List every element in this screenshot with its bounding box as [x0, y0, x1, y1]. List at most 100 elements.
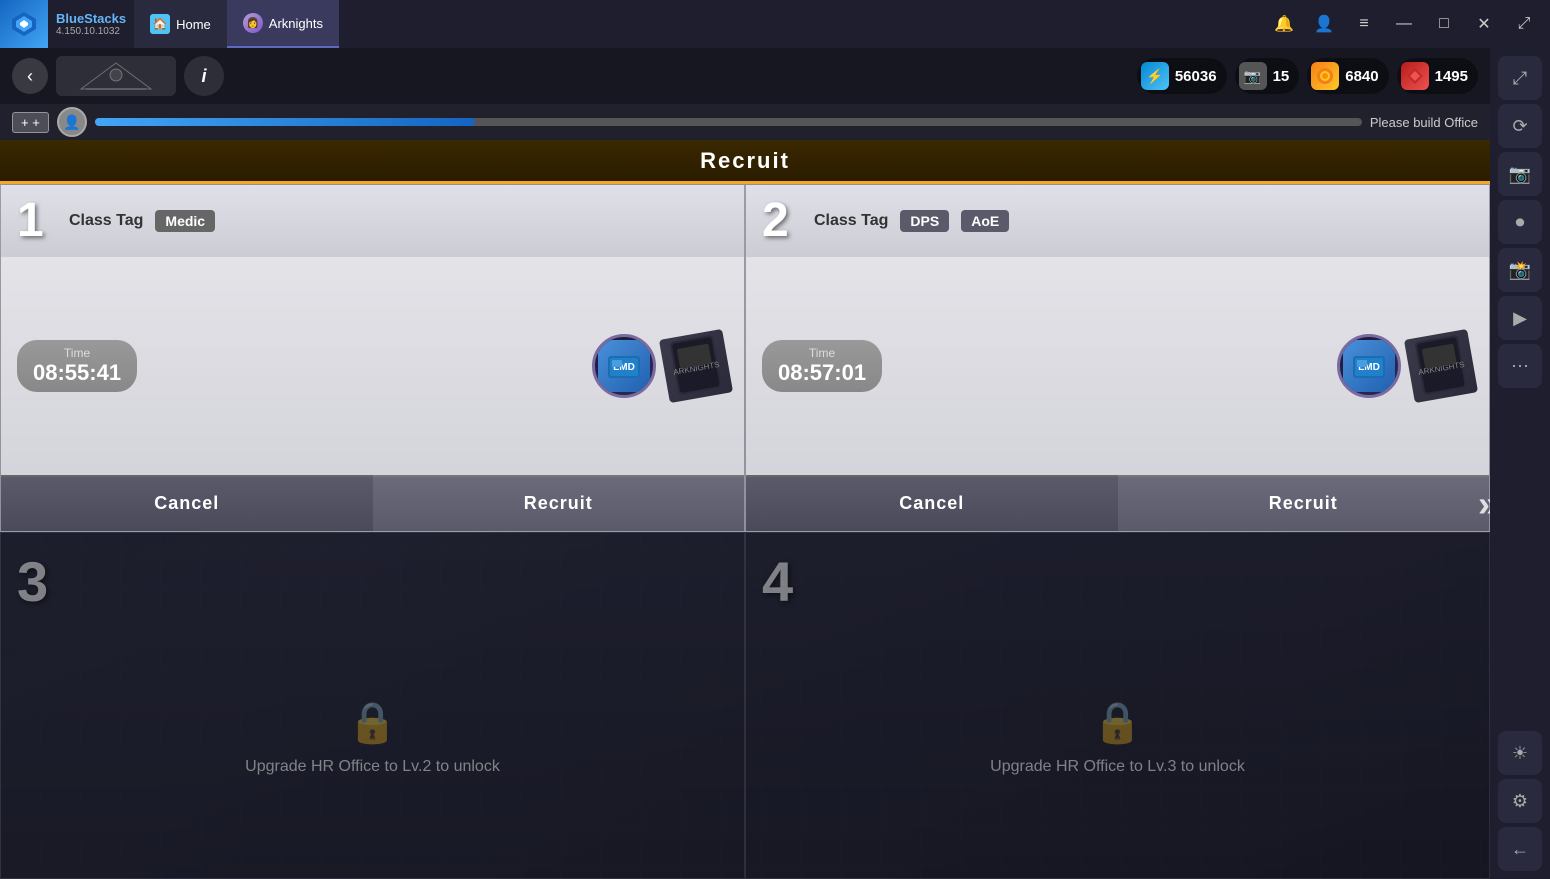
photo-value: 15	[1273, 68, 1290, 85]
originite-value: 1495	[1435, 68, 1468, 85]
window-chrome: BlueStacks 4.150.10.1032 🏠 Home 👩 Arknig…	[0, 0, 1550, 48]
slot-1-reward-2: ARKNIGHTS	[659, 329, 733, 403]
sanity-currency[interactable]: ⚡ 56036	[1137, 58, 1227, 94]
slot-4-unlock-text: Upgrade HR Office to Lv.3 to unlock	[990, 758, 1245, 776]
slot-1-reward-1: LMD	[592, 334, 656, 398]
tab-home-label: Home	[176, 17, 211, 32]
sidebar-brightness-btn[interactable]: ☀	[1498, 731, 1542, 775]
recruit-slot-3: 3 🔒 Upgrade HR Office to Lv.2 to unlock	[0, 532, 745, 879]
slot-2-header: 2 Class Tag DPS AoE	[746, 185, 1489, 257]
recruit-slot-4: 4 🔒 Upgrade HR Office to Lv.3 to unlock	[745, 532, 1490, 879]
slot-4-number: 4	[762, 549, 793, 614]
slot-3-number: 3	[17, 549, 48, 614]
lock-icon-4: 🔒	[1093, 699, 1143, 746]
orundum-value: 6840	[1345, 68, 1378, 85]
currency-group: ⚡ 56036 📷 15 6840	[1137, 58, 1478, 94]
lock-icon-3: 🔒	[348, 699, 398, 746]
plus-button[interactable]: + +	[12, 112, 49, 133]
notification-btn[interactable]: 🔔	[1266, 6, 1302, 42]
slot-2-number: 2	[762, 197, 802, 245]
recruit-panels: 1 Class Tag Medic Time 08:55:41 LM	[0, 184, 1490, 879]
slot-3-unlock-text: Upgrade HR Office to Lv.2 to unlock	[245, 758, 500, 776]
sanity-value: 56036	[1175, 68, 1217, 85]
sidebar-camera-btn[interactable]: 📸	[1498, 248, 1542, 292]
slot-2-reward-1-inner: LMD	[1343, 340, 1395, 392]
slot-1-time-value: 08:55:41	[33, 360, 121, 386]
recruit-chevrons: »	[1478, 483, 1490, 525]
slot-1-cancel-btn[interactable]: Cancel	[1, 475, 373, 531]
account-btn[interactable]: 👤	[1306, 6, 1342, 42]
slot-2-class-tag-label: Class Tag	[814, 212, 888, 230]
sidebar-screenshot-btn[interactable]: 📷	[1498, 152, 1542, 196]
slot-2-content: Time 08:57:01 LMD	[746, 257, 1489, 475]
window-controls: 🔔 👤 ≡ — □ ✕ ⤢	[1266, 6, 1550, 42]
slot-1-time-label: Time	[33, 346, 121, 360]
photo-currency[interactable]: 📷 15	[1235, 58, 1300, 94]
top-bar: ‹ i ⚡ 56036 📷 15	[0, 48, 1490, 104]
photo-icon: 📷	[1239, 62, 1267, 90]
slot-2-reward-2: ARKNIGHTS	[1404, 329, 1478, 403]
arknights-tab-icon: 👩	[243, 13, 263, 33]
tab-arknights[interactable]: 👩 Arknights	[227, 0, 339, 48]
originite-icon	[1401, 62, 1429, 90]
slot-1-buttons: Cancel Recruit	[1, 475, 744, 531]
sidebar-record-btn[interactable]: ⏺	[1498, 200, 1542, 244]
slot-1-number: 1	[17, 197, 57, 245]
progress-fill	[95, 118, 475, 126]
slot-2-rewards: LMD ARKNIGHTS	[1337, 334, 1473, 398]
recruit-title-bar: Recruit	[0, 140, 1490, 184]
sidebar-settings-btn[interactable]: ⚙	[1498, 779, 1542, 823]
orundum-icon	[1311, 62, 1339, 90]
tab-home[interactable]: 🏠 Home	[134, 0, 227, 48]
maximize-btn[interactable]: □	[1426, 6, 1462, 42]
sanity-icon: ⚡	[1141, 62, 1169, 90]
bluestacks-brand: BlueStacks 4.150.10.1032	[48, 11, 134, 37]
slot-2-recruit-btn[interactable]: Recruit »	[1118, 475, 1490, 531]
sidebar-more-btn[interactable]: ⋯	[1498, 344, 1542, 388]
tab-arknights-label: Arknights	[269, 16, 323, 31]
brand-name: BlueStacks	[56, 11, 126, 26]
home-tab-icon: 🏠	[150, 14, 170, 34]
game-area: ‹ i ⚡ 56036 📷 15	[0, 48, 1490, 879]
slot-1-reward-1-inner: LMD	[598, 340, 650, 392]
menu-btn[interactable]: ≡	[1346, 6, 1382, 42]
slot-2-time-value: 08:57:01	[778, 360, 866, 386]
office-status-text: Please build Office	[1370, 115, 1478, 130]
slot-1-content: Time 08:55:41 LMD	[1, 257, 744, 475]
slot-1-rewards: LMD ARKNIGHTS	[592, 334, 728, 398]
orundum-currency[interactable]: 6840	[1307, 58, 1388, 94]
slot-1-class-tag-label: Class Tag	[69, 212, 143, 230]
slot-2-time-box: Time 08:57:01	[762, 340, 882, 392]
slot-2-tag-aoe[interactable]: AoE	[961, 210, 1009, 232]
recruit-slot-2[interactable]: 2 Class Tag DPS AoE Time 08:57:01	[745, 184, 1490, 532]
slot-1-tag-medic[interactable]: Medic	[155, 210, 215, 232]
slot-2-tag-dps[interactable]: DPS	[900, 210, 949, 232]
progress-bar-area: + + 👤 Please build Office	[0, 104, 1490, 140]
slot-1-time-box: Time 08:55:41	[17, 340, 137, 392]
minimize-btn[interactable]: —	[1386, 6, 1422, 42]
originite-currency[interactable]: 1495	[1397, 58, 1478, 94]
sidebar-expand-btn[interactable]: ⤢	[1498, 56, 1542, 100]
sidebar-rotate-btn[interactable]: ⟳	[1498, 104, 1542, 148]
progress-track	[95, 118, 1362, 126]
slot-2-cancel-btn[interactable]: Cancel	[746, 475, 1118, 531]
slot-1-header: 1 Class Tag Medic	[1, 185, 744, 257]
recruit-title: Recruit	[700, 148, 790, 174]
brand-version: 4.150.10.1032	[56, 26, 126, 37]
bluestacks-logo	[0, 0, 48, 48]
slot-1-recruit-btn[interactable]: Recruit	[373, 475, 745, 531]
slot-2-reward-1: LMD	[1337, 334, 1401, 398]
slot-4-locked-content: 🔒 Upgrade HR Office to Lv.3 to unlock	[762, 614, 1473, 863]
sidebar-video-btn[interactable]: ▶	[1498, 296, 1542, 340]
home-button[interactable]	[56, 56, 176, 96]
expand-btn[interactable]: ⤢	[1506, 6, 1542, 42]
close-btn[interactable]: ✕	[1466, 6, 1502, 42]
recruit-slot-1[interactable]: 1 Class Tag Medic Time 08:55:41 LM	[0, 184, 745, 532]
sidebar-back-btn[interactable]: ←	[1498, 827, 1542, 871]
right-sidebar: ⤢ ⟳ 📷 ⏺ 📸 ▶ ⋯ ☀ ⚙ ←	[1490, 48, 1550, 879]
info-button[interactable]: i	[184, 56, 224, 96]
slot-2-buttons: Cancel Recruit »	[746, 475, 1489, 531]
player-avatar: 👤	[57, 107, 87, 137]
slot-2-time-label: Time	[778, 346, 866, 360]
back-button[interactable]: ‹	[12, 58, 48, 94]
